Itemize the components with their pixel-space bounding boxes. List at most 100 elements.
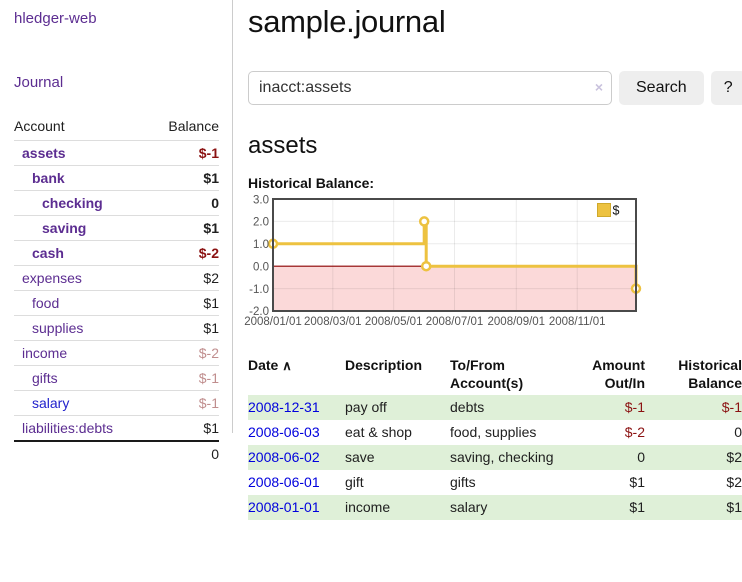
transaction-date-link[interactable]: 2008-06-02 (248, 449, 320, 465)
y-axis-labels: 3.0 2.0 1.0 0.0 -1.0 -2.0 (249, 195, 269, 319)
svg-text:2008/03/01: 2008/03/01 (304, 316, 362, 328)
search-bar: × Search ? (248, 71, 742, 105)
account-row-liabilities-debts: liabilities:debts $1 (14, 416, 219, 442)
account-row-salary: salary $-1 (14, 391, 219, 416)
transaction-description: income (345, 495, 450, 520)
sidebar: hledger-web Journal Account Balance asse… (0, 0, 232, 466)
transaction-row: 2008-06-01 gift gifts $1 $2 (248, 470, 742, 495)
clear-search-icon[interactable]: × (595, 79, 603, 95)
account-link-assets[interactable]: assets (22, 145, 66, 161)
historical-balance-chart: 3.0 2.0 1.0 0.0 -1.0 -2.0 2008/01/01 200… (245, 196, 645, 336)
account-heading: assets (248, 132, 742, 160)
transaction-row: 2008-12-31 pay off debts $-1 $-1 (248, 395, 742, 420)
transaction-row: 2008-06-02 save saving, checking 0 $2 (248, 445, 742, 470)
account-row-bank: bank $1 (14, 166, 219, 191)
help-button[interactable]: ? (711, 71, 742, 105)
account-row-expenses: expenses $2 (14, 266, 219, 291)
accounts-table: Account Balance assets $-1 bank $1 check… (14, 113, 219, 466)
search-input[interactable] (248, 71, 612, 105)
account-balance: $1 (150, 216, 219, 241)
transaction-date-link[interactable]: 2008-12-31 (248, 399, 320, 415)
search-input-wrap: × (248, 71, 612, 105)
sidebar-item-journal[interactable]: Journal (14, 74, 63, 91)
column-header-description: Description (345, 353, 450, 395)
accounts-total-row: 0 (14, 441, 219, 466)
sidebar-divider (232, 0, 233, 433)
svg-text:1.0: 1.0 (253, 239, 269, 251)
chart-legend: $ (598, 204, 620, 218)
account-link-supplies[interactable]: supplies (32, 320, 83, 336)
account-balance: $1 (150, 316, 219, 341)
accounts-header-balance: Balance (150, 113, 219, 141)
transaction-description: gift (345, 470, 450, 495)
transaction-balance: $2 (645, 445, 742, 470)
transaction-accounts: saving, checking (450, 445, 562, 470)
account-balance: $-2 (150, 341, 219, 366)
main-content: sample.journal × Search ? assets Histori… (248, 0, 742, 520)
transaction-balance: $-1 (645, 395, 742, 420)
account-link-income[interactable]: income (22, 345, 67, 361)
transaction-amount: $1 (562, 470, 645, 495)
transaction-description: save (345, 445, 450, 470)
transaction-date-link[interactable]: 2008-01-01 (248, 499, 320, 515)
account-row-supplies: supplies $1 (14, 316, 219, 341)
register-header-row: Date ∧ Description To/From Account(s) Am… (248, 353, 742, 395)
account-row-saving: saving $1 (14, 216, 219, 241)
search-button[interactable]: Search (619, 71, 704, 105)
accounts-total-value: 0 (150, 441, 219, 466)
account-link-checking[interactable]: checking (42, 195, 103, 211)
svg-text:3.0: 3.0 (253, 195, 269, 207)
register-table: Date ∧ Description To/From Account(s) Am… (248, 353, 742, 520)
account-link-cash[interactable]: cash (32, 245, 64, 261)
legend-label: $ (613, 204, 620, 218)
account-row-income: income $-2 (14, 341, 219, 366)
svg-text:2008/05/01: 2008/05/01 (365, 316, 423, 328)
svg-text:2008/11/01: 2008/11/01 (549, 316, 606, 328)
accounts-header-row: Account Balance (14, 113, 219, 141)
svg-text:2008/07/01: 2008/07/01 (426, 316, 484, 328)
account-link-gifts[interactable]: gifts (32, 370, 58, 386)
transaction-balance: $2 (645, 470, 742, 495)
transaction-description: pay off (345, 395, 450, 420)
x-axis-labels: 2008/01/01 2008/03/01 2008/05/01 2008/07… (244, 316, 605, 328)
app-title-link[interactable]: hledger-web (14, 10, 97, 27)
transaction-balance: 0 (645, 420, 742, 445)
account-row-checking: checking 0 (14, 191, 219, 216)
transaction-amount: $-2 (562, 420, 645, 445)
sort-asc-icon: ∧ (282, 358, 292, 373)
column-header-balance: Historical Balance (645, 353, 742, 395)
transaction-amount: $-1 (562, 395, 645, 420)
column-header-date[interactable]: Date ∧ (248, 353, 345, 395)
column-header-accounts: To/From Account(s) (450, 353, 562, 395)
account-row-cash: cash $-2 (14, 241, 219, 266)
account-row-assets: assets $-1 (14, 141, 219, 166)
data-point-marker (422, 262, 430, 270)
account-balance: $2 (150, 266, 219, 291)
account-link-saving[interactable]: saving (42, 220, 86, 236)
sidebar-nav: Journal (14, 28, 220, 92)
column-header-date-label: Date (248, 357, 278, 373)
transaction-accounts: food, supplies (450, 420, 562, 445)
account-balance: $-2 (150, 241, 219, 266)
chart-label: Historical Balance: (248, 175, 742, 191)
account-link-salary[interactable]: salary (32, 395, 69, 411)
transaction-date-link[interactable]: 2008-06-03 (248, 424, 320, 440)
transaction-accounts: salary (450, 495, 562, 520)
account-balance: $-1 (150, 141, 219, 166)
svg-text:2008/09/01: 2008/09/01 (488, 316, 546, 328)
transaction-date-link[interactable]: 2008-06-01 (248, 474, 320, 490)
svg-text:2008/01/01: 2008/01/01 (244, 316, 302, 328)
account-balance: $1 (150, 291, 219, 316)
account-link-expenses[interactable]: expenses (22, 270, 82, 286)
account-link-liabilities-debts[interactable]: liabilities:debts (22, 420, 113, 436)
transaction-accounts: gifts (450, 470, 562, 495)
account-link-bank[interactable]: bank (32, 170, 65, 186)
svg-text:-1.0: -1.0 (249, 284, 269, 296)
accounts-header-account: Account (14, 113, 150, 141)
transaction-amount: $1 (562, 495, 645, 520)
column-header-amount: Amount Out/In (562, 353, 645, 395)
page-title: sample.journal (248, 4, 742, 40)
transaction-description: eat & shop (345, 420, 450, 445)
account-link-food[interactable]: food (32, 295, 59, 311)
data-point-marker (420, 217, 428, 225)
